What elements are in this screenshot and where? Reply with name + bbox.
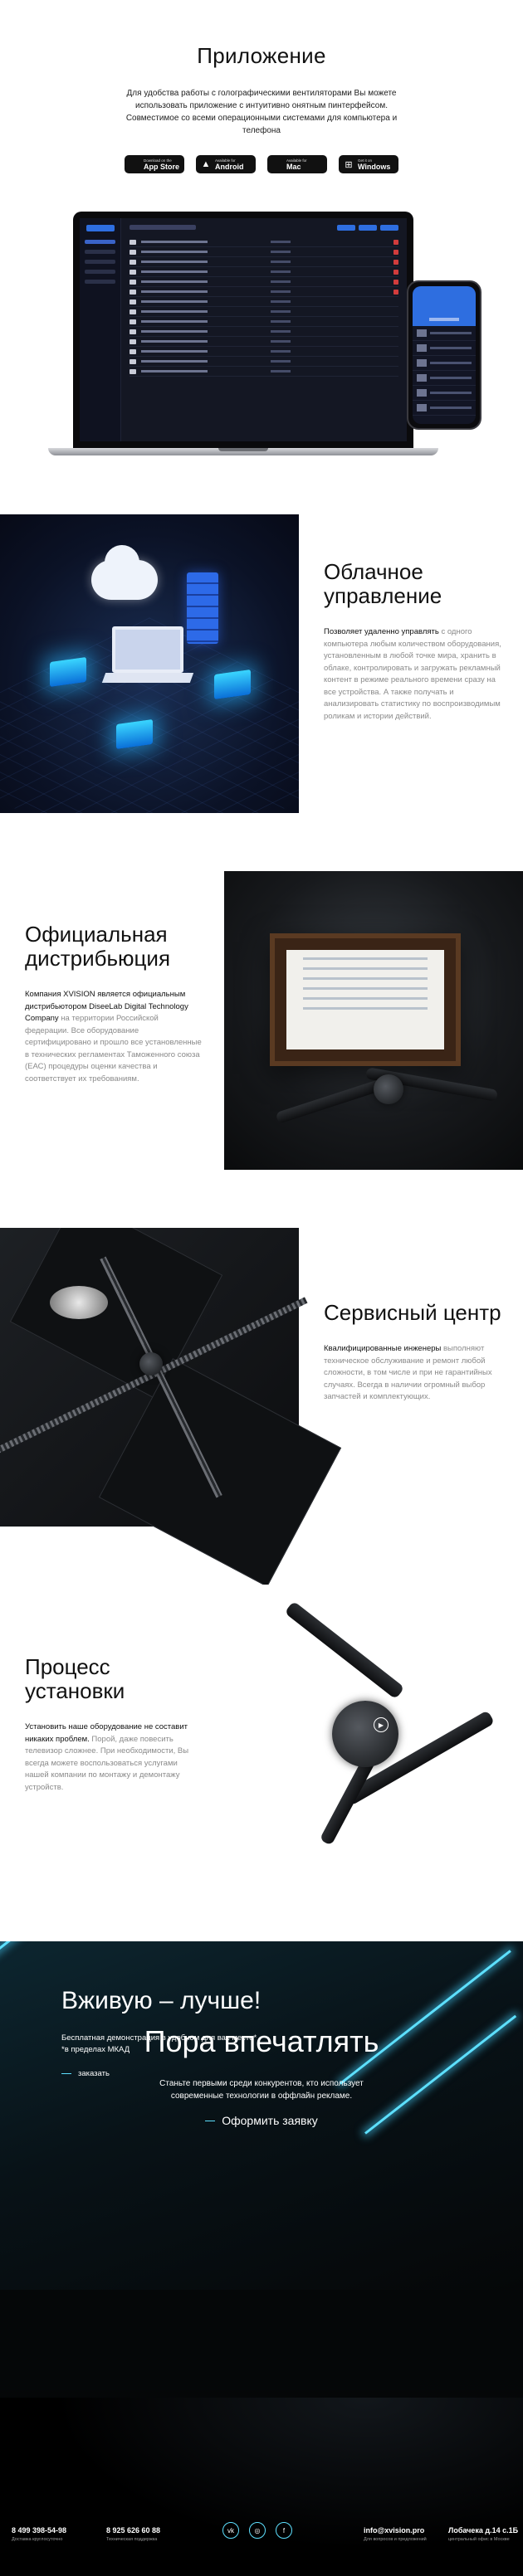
submit-request-label: Оформить заявку (222, 2114, 318, 2127)
windows-icon: ⊞ (345, 159, 353, 170)
footer-phone-1[interactable]: 8 499 398-54-98 Доставка круглосуточно (12, 2526, 66, 2542)
cloud-text: Позволяет удаленно управлять с одного ко… (324, 626, 502, 723)
badge-label: Android (215, 162, 244, 171)
mock-file-row (130, 287, 398, 297)
play-icon[interactable]: ▶ (374, 1717, 389, 1732)
server-icon (187, 572, 218, 644)
email-label: Для вопросов и предложений (364, 2537, 427, 2542)
cloud-lead: Позволяет удаленно управлять (324, 627, 439, 636)
footer-phone-2[interactable]: 8 925 626 60 88 Техническая поддержка (106, 2526, 160, 2542)
certificate-photo (224, 871, 523, 1170)
fan-hub (139, 1352, 163, 1376)
mock-file-row (130, 307, 398, 317)
mock-file-row (130, 367, 398, 377)
distribution-body: на территории Российской федерации. Все … (25, 1014, 202, 1083)
store-badges: Download on the App Store ▲ Available for… (0, 155, 523, 173)
laptop-mockup (48, 212, 438, 459)
fan-hub (332, 1701, 398, 1767)
footer-email[interactable]: info@xvision.pro Для вопросов и предложе… (364, 2526, 427, 2542)
certificate-frame (270, 933, 461, 1066)
fan-hub (374, 1074, 403, 1104)
mock-file-row (130, 267, 398, 277)
impress-block: Пора впечатлять Станьте первыми среди ко… (0, 2024, 523, 2127)
laptop-icon (112, 626, 183, 673)
instagram-icon[interactable]: ◎ (249, 2522, 266, 2539)
windows-badge[interactable]: ⊞ Get it on Windows (339, 155, 398, 173)
mock-file-row (130, 327, 398, 337)
service-section: Сервисный центр Квалифицированные инжене… (0, 1228, 523, 1585)
app-title: Приложение (197, 43, 326, 68)
badge-label: App Store (144, 162, 180, 171)
live-title: Вживую – лучше! (61, 1987, 262, 2014)
app-description: Для удобства работы с голографическими в… (125, 89, 398, 135)
cloud-title: Облачное управление (324, 559, 442, 608)
impress-spacer (0, 2290, 523, 2398)
mock-device-row (413, 356, 476, 371)
phone-1-value: 8 499 398-54-98 (12, 2526, 67, 2535)
mock-file-row (130, 237, 398, 247)
service-title: Сервисный центр (324, 1300, 501, 1325)
phone-1-label: Доставка круглосуточно (12, 2537, 63, 2542)
footer-section: 8 499 398-54-98 Доставка круглосуточно 8… (0, 2398, 523, 2576)
facebook-icon[interactable]: f (276, 2522, 292, 2539)
service-photo (0, 1228, 342, 1585)
mock-device-row (413, 386, 476, 401)
service-text: Квалифицированные инженеры выполняют тех… (324, 1343, 502, 1404)
mock-device-row (413, 371, 476, 386)
phone-mockup (407, 280, 481, 430)
vk-icon[interactable]: vk (222, 2522, 239, 2539)
submit-request-link[interactable]: Оформить заявку (0, 2114, 523, 2127)
mock-device-row (413, 326, 476, 341)
distribution-title: Официальная дистрибьюция (25, 922, 171, 971)
cloud-illustration (0, 514, 299, 813)
cloud-section: Облачное управление Позволяет удаленно у… (0, 514, 523, 871)
distribution-text: Компания XVISION является официальным ди… (25, 989, 203, 1085)
mock-file-row (130, 257, 398, 267)
badge-label: Mac (286, 162, 301, 171)
address-value: Лобачека д.14 с.1Б (448, 2526, 519, 2535)
android-icon: ▲ (201, 159, 211, 169)
mock-device-row (413, 401, 476, 416)
mock-file-row (130, 337, 398, 347)
android-badge[interactable]: ▲ Available for Android (196, 155, 256, 173)
app-store-badge[interactable]: Download on the App Store (125, 155, 184, 173)
mock-file-row (130, 277, 398, 287)
impress-title: Пора впечатлять (144, 2024, 379, 2058)
mock-file-row (130, 247, 398, 257)
mock-file-row (130, 317, 398, 327)
badge-label: Windows (358, 162, 391, 171)
phone-2-label: Техническая поддержка (106, 2537, 158, 2542)
install-title: Процесс установки (25, 1654, 125, 1703)
mock-file-row (130, 347, 398, 357)
footer-address: Лобачека д.14 с.1Б центральный офис в Мо… (448, 2526, 518, 2542)
impress-subtitle: Станьте первыми среди конкурентов, кто и… (159, 2079, 364, 2101)
social-links: vk ◎ f (222, 2522, 292, 2539)
app-section: Приложение Для удобства работы с гологра… (0, 0, 523, 514)
install-photo: ▶ (224, 1585, 523, 1883)
mock-device-row (413, 341, 476, 356)
mock-file-row (130, 357, 398, 367)
app-screenshot (80, 218, 407, 441)
cloud-icon (91, 545, 158, 600)
install-text: Установить наше оборудование не составит… (25, 1721, 203, 1794)
mock-file-row (130, 297, 398, 307)
distribution-section: Официальная дистрибьюция Компания XVISIO… (0, 871, 523, 1228)
mac-badge[interactable]: Available for Mac (267, 155, 327, 173)
service-lead: Квалифицированные инженеры (324, 1344, 442, 1353)
cloud-body: с одного компьютера любым количеством об… (324, 627, 501, 721)
address-label: центральный офис в Москве (448, 2537, 510, 2542)
install-section: Процесс установки Установить наше оборуд… (0, 1585, 523, 1941)
phone-2-value: 8 925 626 60 88 (106, 2526, 161, 2535)
email-value: info@xvision.pro (364, 2526, 425, 2535)
